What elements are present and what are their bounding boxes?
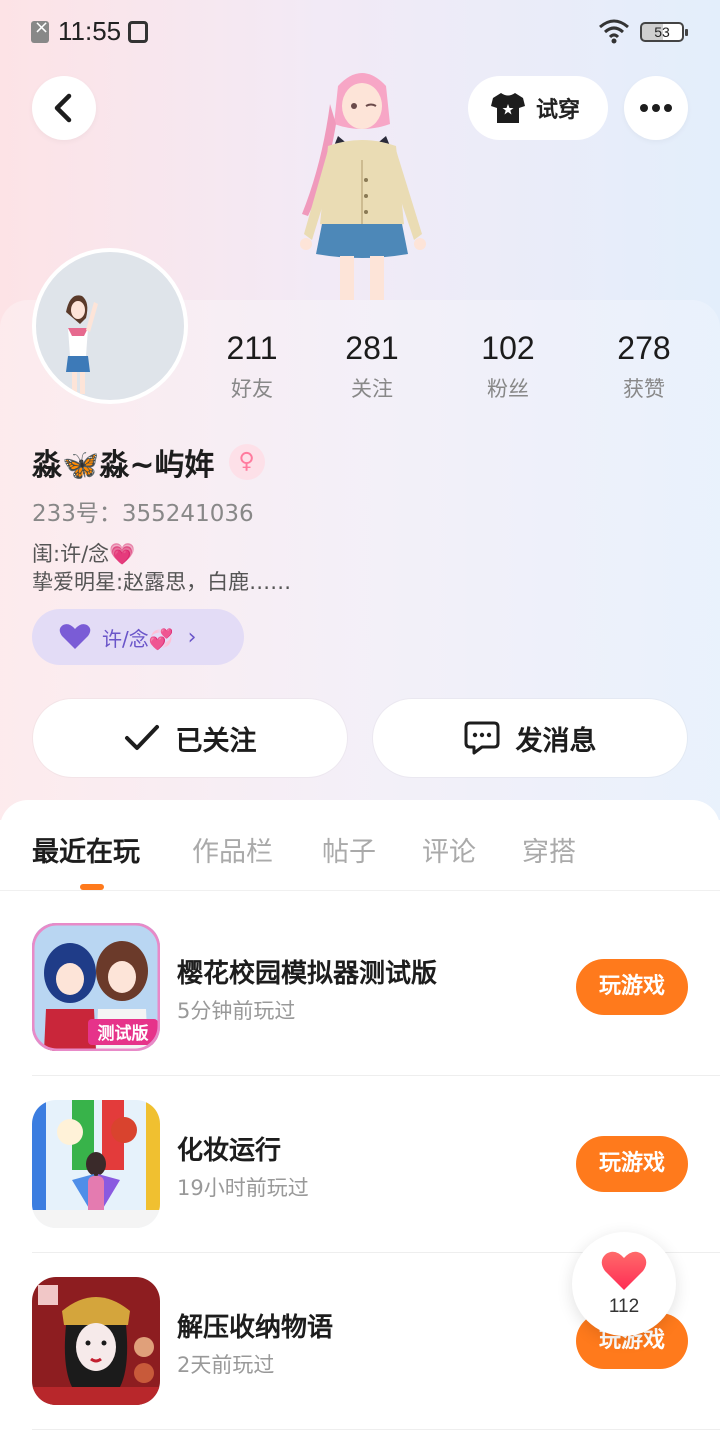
relationship-tag-label: 许/念💞 [102,626,174,651]
stat-following[interactable]: 281 关注 [322,330,422,403]
stat-label: 关注 [351,377,393,401]
avatar-image [66,295,98,394]
chat-bubble-icon [464,721,499,755]
nfc-icon [128,21,148,43]
game-last-played: 5分钟前玩过 [177,999,296,1023]
stat-fans[interactable]: 102 粉丝 [458,330,558,403]
stat-value: 102 [481,330,535,366]
play-game-button[interactable]: 玩游戏 [576,959,688,1015]
tab-comments[interactable]: 评论 [422,830,476,869]
stat-likes[interactable]: 278 获赞 [594,330,694,403]
tab-works[interactable]: 作品栏 [192,830,273,869]
game-icon [32,1277,160,1405]
tab-outfits[interactable]: 穿搭 [522,830,576,869]
chevron-right-icon: › [187,624,197,650]
gender-female-icon: ♀ [228,444,265,480]
stat-friends[interactable]: 211 好友 [202,330,302,403]
stat-value: 281 [345,330,399,366]
send-message-label: 发消息 [515,725,597,757]
game-title: 化妆运行 [177,1136,282,1166]
bio-line: 挚爱明星:赵露思，白鹿…… [32,570,292,594]
divider [32,1075,720,1076]
floating-like-button[interactable]: 112 [572,1232,676,1336]
back-button[interactable] [32,76,96,140]
user-name-text: 淼🦋淼~屿姩 [32,448,215,483]
tab-posts[interactable]: 帖子 [322,830,376,869]
checkmark-icon [124,725,159,750]
heart-icon [59,624,91,649]
more-options-button[interactable] [624,76,688,140]
try-on-label: 试穿 [536,98,581,123]
battery-indicator: 53 [640,22,688,42]
chevron-left-icon [54,93,72,123]
status-time: 11:55 [58,16,122,46]
content-section: 最近在玩 作品栏 帖子 评论 穿搭 测试版 樱花校园模拟器测试版 5分钟前玩过 … [0,800,720,1436]
followed-button[interactable]: 已关注 [33,699,347,777]
stat-label: 获赞 [623,377,665,401]
list-item[interactable]: 测试版 樱花校园模拟器测试版 5分钟前玩过 玩游戏 [0,923,720,1100]
avatar-3d-character[interactable] [282,64,442,300]
tab-recent-played[interactable]: 最近在玩 [32,830,140,869]
game-title: 解压收纳物语 [177,1313,334,1343]
game-icon [32,1100,160,1228]
game-icon: 测试版 [32,923,160,1051]
game-title: 樱花校园模拟器测试版 [177,959,438,989]
tshirt-icon [491,93,525,123]
active-tab-indicator [80,884,104,890]
user-name: 淼🦋淼~屿姩 ♀ [32,440,265,484]
stat-value: 211 [226,330,278,366]
followed-label: 已关注 [175,725,257,757]
stat-label: 好友 [231,377,273,401]
like-count: 112 [608,1296,640,1317]
try-on-button[interactable]: 试穿 [468,76,608,140]
status-bar: 11:55 53 [0,0,720,66]
game-icon-badge: 测试版 [98,1023,149,1044]
game-last-played: 19小时前玩过 [177,1176,309,1200]
divider [32,1429,720,1430]
more-dots-icon [640,104,672,112]
no-sim-icon [31,17,49,43]
avatar[interactable] [32,248,188,404]
relationship-tag[interactable]: 许/念💞 › [32,609,244,665]
stat-value: 278 [617,330,671,366]
game-last-played: 2天前玩过 [177,1353,275,1377]
stat-label: 粉丝 [487,377,529,401]
user-id[interactable]: 233号：355241036 [32,494,254,528]
play-game-button[interactable]: 玩游戏 [576,1136,688,1192]
heart-icon [601,1251,647,1290]
send-message-button[interactable]: 发消息 [373,699,687,777]
bio-line: 闺:许/念💗 [32,542,136,566]
tab-bar: 最近在玩 作品栏 帖子 评论 穿搭 [0,800,720,891]
wifi-icon [599,19,629,44]
